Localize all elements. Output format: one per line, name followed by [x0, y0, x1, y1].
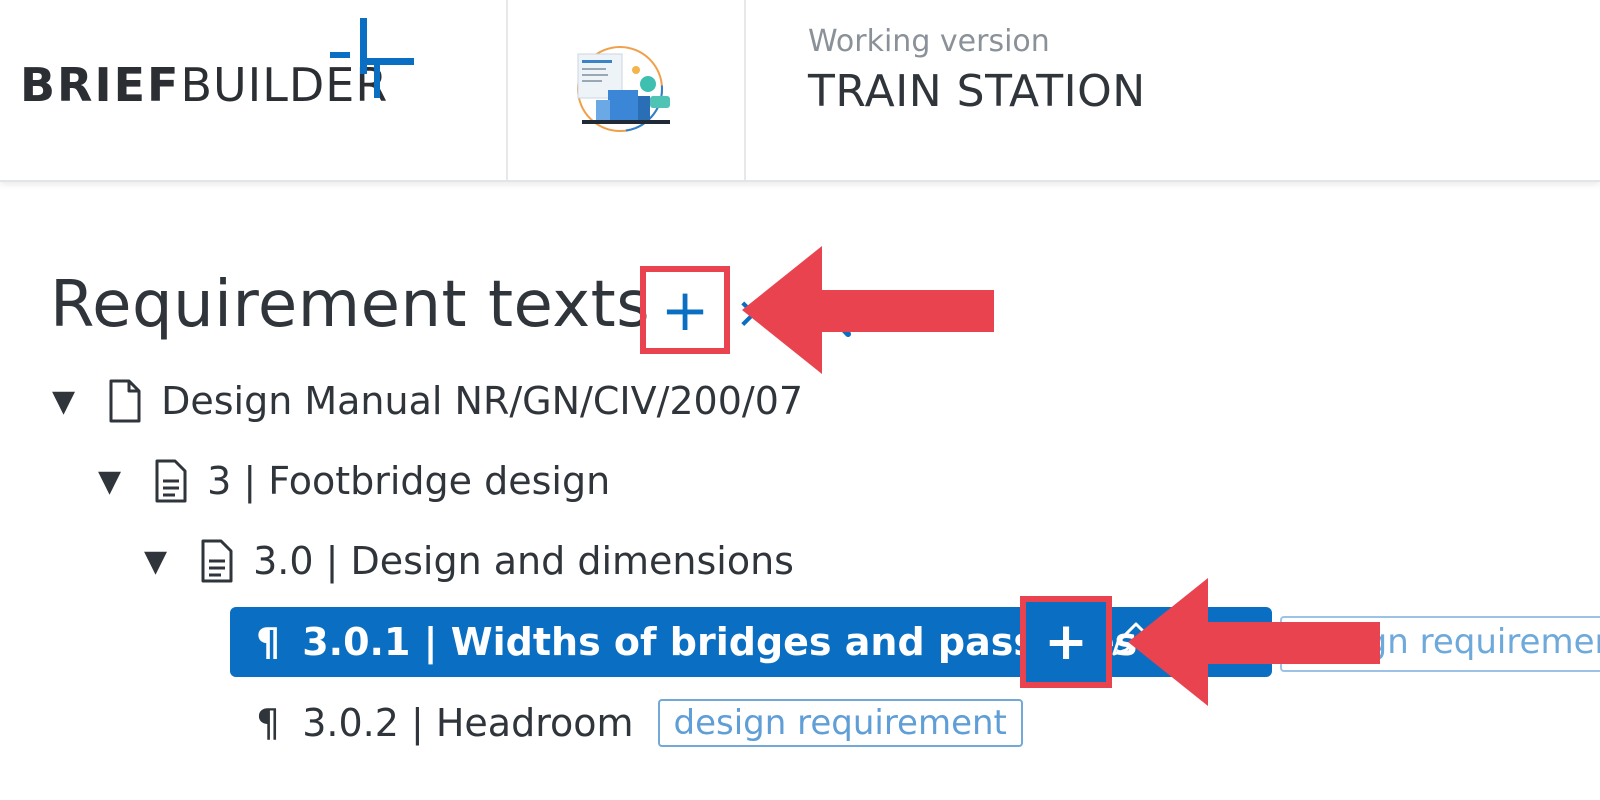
text-document-icon	[153, 459, 189, 503]
tree-root[interactable]: ▼ Design Manual NR/GN/CIV/200/07	[52, 366, 803, 436]
logo-area[interactable]: BRIEFBUILDER	[0, 0, 508, 180]
tree-section[interactable]: ▼ 3.0 | Design and dimensions	[144, 526, 794, 596]
tree-root-label: Design Manual NR/GN/CIV/200/07	[161, 379, 804, 423]
caret-down-icon[interactable]: ▼	[52, 384, 75, 419]
add-requirement-button[interactable]: +	[640, 266, 730, 354]
project-thumbnail[interactable]	[506, 0, 746, 180]
paragraph-icon: ¶	[256, 701, 281, 745]
caret-down-icon[interactable]: ▼	[144, 544, 167, 579]
logo-cross-icon	[330, 18, 414, 98]
tree-item-headroom[interactable]: ¶ 3.0.2 | Headroom design requirement	[256, 688, 1023, 758]
requirement-type-tag: design requirement	[657, 699, 1023, 747]
tree-chapter-label: 3 | Footbridge design	[207, 459, 611, 503]
project-name: TRAIN STATION	[808, 66, 1146, 117]
app-header: BRIEFBUILDER Working version TRAIN STATI…	[0, 0, 1600, 182]
plus-icon: +	[1044, 612, 1088, 672]
text-document-icon	[199, 539, 235, 583]
tree-chapter[interactable]: ▼ 3 | Footbridge design	[98, 446, 610, 516]
tree-item-headroom-label: 3.0.2 | Headroom	[302, 701, 634, 745]
tree-item-selected-label: 3.0.1 | Widths of bridges and passages	[302, 620, 1138, 664]
highlight-arrow-top	[742, 246, 994, 374]
page-title: Requirement texts	[50, 268, 651, 342]
paragraph-icon: ¶	[256, 620, 281, 664]
project-illustration-icon	[577, 46, 670, 132]
caret-down-icon[interactable]: ▼	[98, 464, 121, 499]
document-icon	[107, 379, 143, 423]
plus-icon: +	[660, 276, 710, 344]
tree-section-label: 3.0 | Design and dimensions	[253, 539, 794, 583]
logo-brief-text: BRIEF	[20, 58, 181, 112]
highlight-arrow-row	[1128, 578, 1380, 706]
add-child-button[interactable]: +	[1020, 596, 1112, 688]
working-version-label: Working version	[808, 24, 1050, 59]
